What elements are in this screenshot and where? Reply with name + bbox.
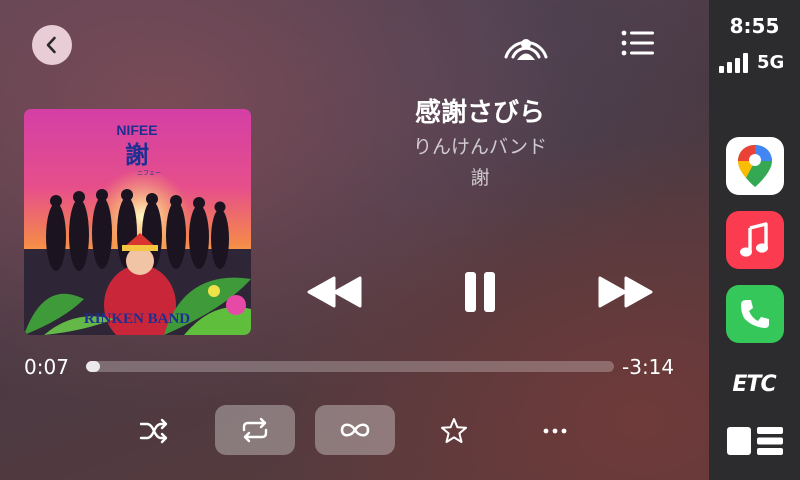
infinity-icon-wrap bbox=[337, 418, 373, 442]
dashboard-grid-icon bbox=[727, 427, 783, 455]
queue-list-button[interactable] bbox=[618, 28, 658, 58]
pause-button[interactable] bbox=[460, 269, 500, 315]
music-note-icon bbox=[740, 222, 768, 257]
map-pin-icon bbox=[738, 145, 772, 187]
elapsed-time: 0:07 bbox=[24, 355, 69, 379]
repeat-icon bbox=[242, 417, 268, 443]
autoplay-button[interactable] bbox=[315, 405, 395, 455]
now-playing-audio-button[interactable] bbox=[501, 26, 551, 62]
album-name: 謝 bbox=[470, 167, 490, 189]
broadcast-person-icon bbox=[504, 39, 548, 60]
phone-icon bbox=[741, 300, 769, 328]
album-artwork: NIFEE 謝 ニフェー RINKEN BAND bbox=[24, 109, 251, 335]
etc-app-button[interactable]: ETC bbox=[724, 372, 784, 397]
pause-icon bbox=[465, 272, 495, 312]
ellipsis-icon bbox=[543, 428, 567, 434]
star-icon bbox=[441, 418, 467, 443]
network-type: 5G bbox=[757, 52, 785, 73]
song-title: 感謝さびら bbox=[414, 98, 545, 128]
infinity-icon bbox=[340, 423, 370, 437]
signal-bars-icon bbox=[719, 53, 748, 73]
repeat-button[interactable] bbox=[215, 405, 295, 455]
album-art-title-text: NIFEE bbox=[116, 122, 157, 138]
back-button[interactable] bbox=[32, 25, 72, 65]
status-bar: 5G bbox=[719, 52, 784, 73]
music-app-button[interactable] bbox=[726, 211, 784, 269]
album-art-kanji-text: 謝 bbox=[125, 140, 149, 169]
progress-fill bbox=[86, 361, 101, 372]
chevron-left-icon bbox=[46, 36, 56, 54]
shuffle-button[interactable] bbox=[138, 416, 170, 446]
album-cover-image: NIFEE 謝 ニフェー RINKEN BAND bbox=[24, 109, 251, 335]
artist-name: りんけんバンド bbox=[413, 136, 547, 158]
progress-bar[interactable] bbox=[86, 361, 614, 372]
remaining-time: -3:14 bbox=[622, 355, 675, 379]
repeat-icon-wrap bbox=[239, 416, 271, 444]
status-time: 8:55 bbox=[729, 14, 780, 38]
fast-forward-icon bbox=[598, 276, 653, 308]
album-art-band-text: RINKEN BAND bbox=[84, 311, 190, 327]
phone-app-button[interactable] bbox=[726, 285, 784, 343]
shuffle-icon bbox=[139, 418, 168, 444]
album-art-small-text: ニフェー bbox=[137, 170, 161, 177]
more-button[interactable] bbox=[540, 424, 570, 438]
list-icon bbox=[621, 30, 654, 56]
rewind-button[interactable] bbox=[303, 272, 367, 312]
dashboard-button[interactable] bbox=[724, 424, 786, 458]
maps-app-button[interactable] bbox=[726, 137, 784, 195]
favorite-button[interactable] bbox=[439, 416, 469, 446]
now-playing-screen: NIFEE 謝 ニフェー RINKEN BAND 感謝さびら りんけんバンド 謝… bbox=[0, 0, 709, 480]
fast-forward-button[interactable] bbox=[593, 272, 657, 312]
rewind-icon bbox=[307, 276, 362, 308]
